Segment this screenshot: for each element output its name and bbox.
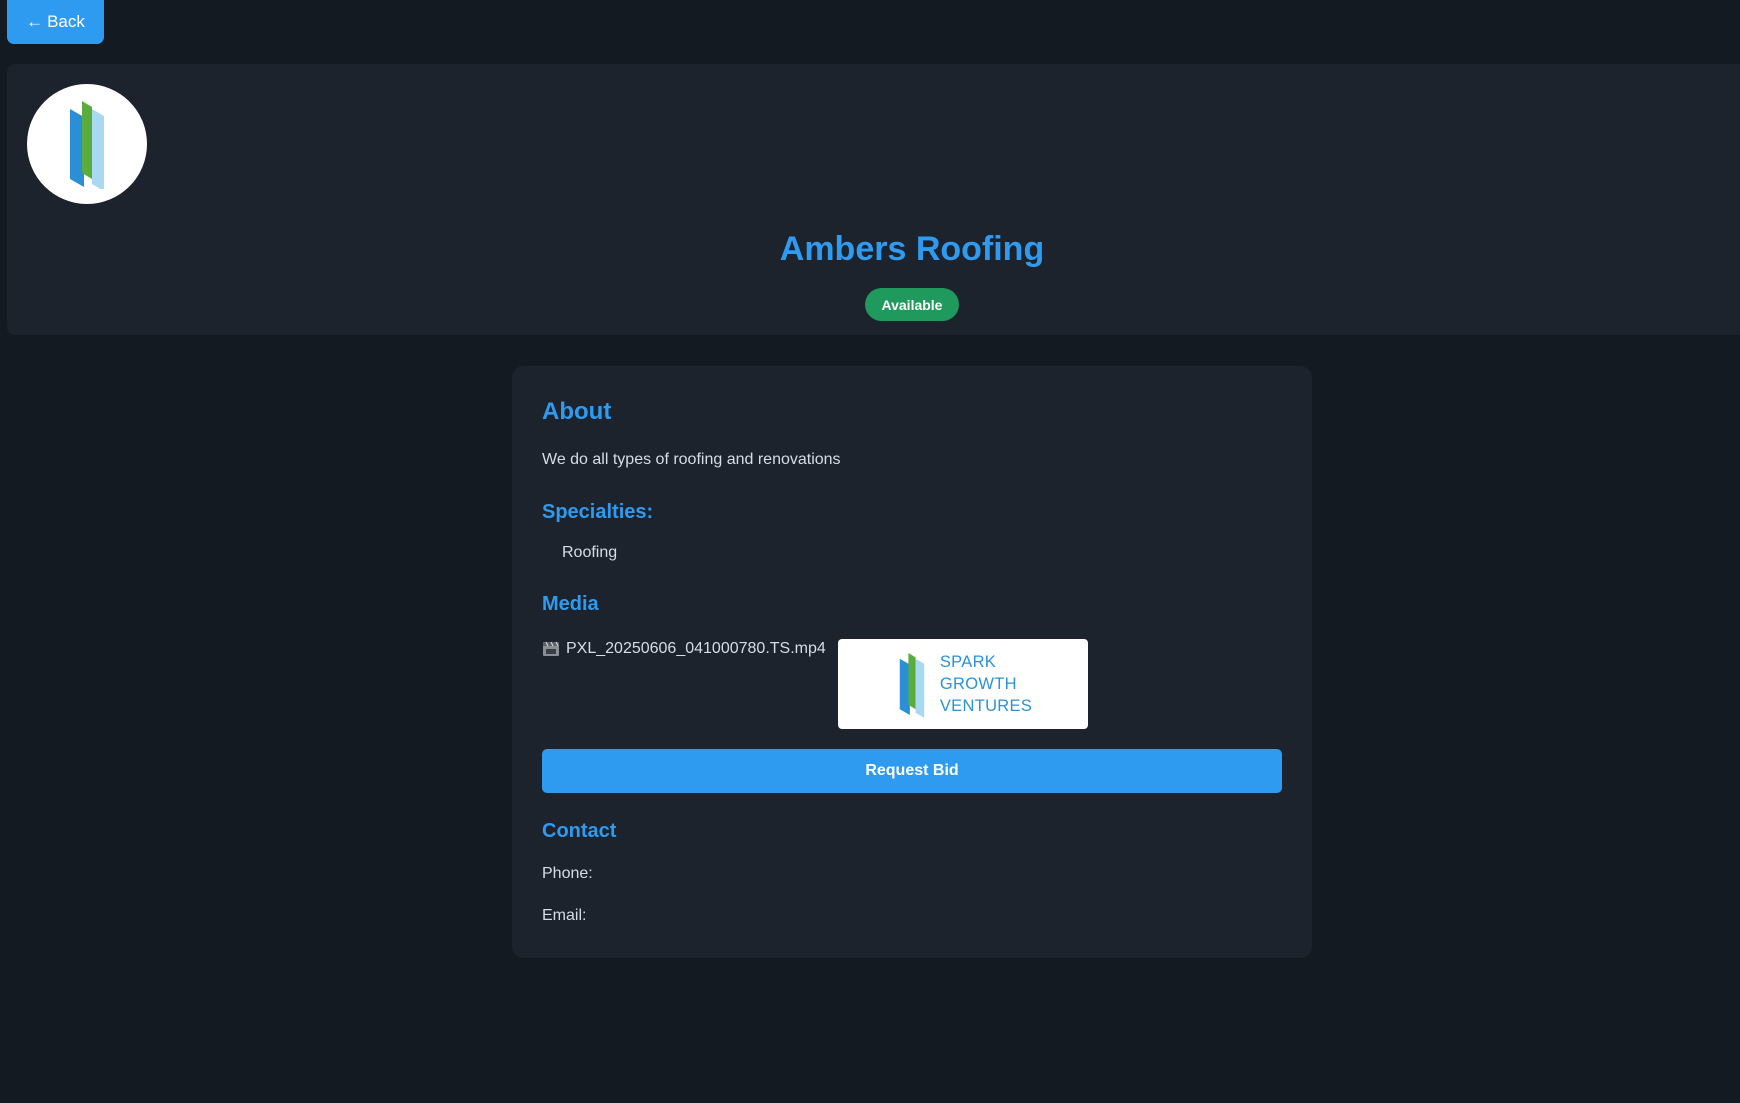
contact-phone: Phone: — [542, 865, 597, 883]
about-description: We do all types of roofing and renovatio… — [542, 451, 841, 468]
back-arrow-icon: ← — [26, 12, 44, 31]
media-heading: Media — [542, 593, 599, 615]
logo-line: VENTURES — [939, 697, 1033, 715]
spark-logo-icon — [899, 653, 925, 718]
media-file-link[interactable]: PXL_20250606_041000780.TS.mp4 — [542, 640, 826, 658]
avatar — [27, 84, 147, 204]
contact-heading: Contact — [542, 820, 617, 842]
media-image-thumbnail[interactable]: SPARK GROWTH VENTURES — [838, 639, 1088, 729]
profile-header: Ambers Roofing Available — [7, 64, 1740, 335]
spark-logo-icon — [70, 101, 104, 189]
video-file-icon — [543, 641, 559, 656]
back-button[interactable]: ← Back — [7, 0, 104, 44]
logo-line: SPARK — [939, 653, 997, 671]
about-heading: About — [542, 398, 612, 425]
status-badge: Available — [865, 288, 959, 321]
contact-email: Email: — [542, 907, 590, 925]
email-label: Email: — [542, 907, 587, 924]
phone-label: Phone: — [542, 865, 593, 882]
specialties-heading: Specialties: — [542, 501, 654, 523]
logo-line: GROWTH — [939, 675, 1017, 693]
back-button-label: Back — [47, 12, 85, 31]
media-file-name: PXL_20250606_041000780.TS.mp4 — [566, 640, 826, 657]
profile-details-card: About We do all types of roofing and ren… — [512, 366, 1312, 958]
specialty-item: Roofing — [562, 544, 618, 561]
company-name: Ambers Roofing — [779, 230, 1045, 268]
media-logo-wordmark: SPARK GROWTH VENTURES — [940, 651, 1032, 717]
request-bid-button[interactable]: Request Bid — [542, 749, 1282, 793]
